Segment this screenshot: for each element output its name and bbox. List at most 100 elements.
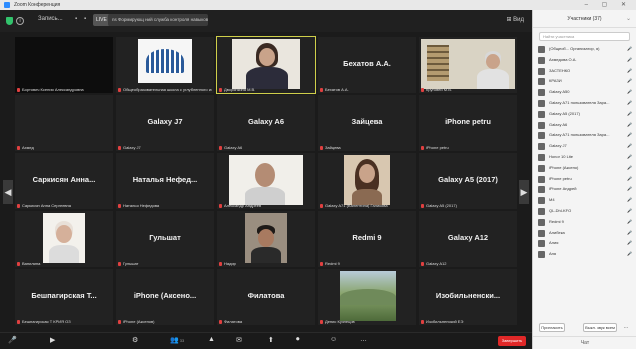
participant-row[interactable]: iPhone (Аксено) 🎤: [533, 163, 636, 174]
participant-name: Galaxy A50: [549, 89, 570, 95]
invite-button[interactable]: Пригласить: [539, 323, 565, 332]
more-button[interactable]: ...: [621, 323, 631, 332]
video-tile[interactable]: iPhone petru iPhone petru: [419, 95, 517, 151]
video-tile[interactable]: Galaxy A5 (2017) Galaxy A5 (2017): [419, 153, 517, 209]
mic-icon[interactable]: 🎤: [8, 336, 17, 344]
participant-row[interactable]: Аня 🎤: [533, 249, 636, 260]
participant-row[interactable]: Honor 10 Lite 🎤: [533, 152, 636, 163]
video-tile[interactable]: Денис Кузнецов: [318, 269, 416, 325]
mic-muted-icon: 🎤: [627, 218, 632, 224]
video-tile[interactable]: Бехатов А.А. Бехатов А.А.: [318, 37, 416, 93]
video-tile[interactable]: Ванилина: [15, 211, 113, 267]
participant-row[interactable]: ЗАСТЕНКО 🎤: [533, 66, 636, 77]
video-tile[interactable]: Круговей М.В.: [419, 37, 517, 93]
chevron-down-icon[interactable]: ⌄: [626, 10, 631, 28]
fullscreen-icon[interactable]: ▪: [84, 16, 86, 22]
video-tile[interactable]: Изобильненски... Изобильненский ЕЭ: [419, 269, 517, 325]
avatar: [538, 229, 545, 237]
video-tile[interactable]: Общеобразовательная школа с углубленного…: [116, 37, 214, 93]
participant-row[interactable]: iPhone petru 🎤: [533, 174, 636, 185]
participant-row[interactable]: КРАЗИ 🎤: [533, 76, 636, 87]
avatar: [538, 251, 545, 259]
participant-row[interactable]: iPhone Андрей 🎤: [533, 184, 636, 195]
mute-all-button[interactable]: Выкл. звук всем: [583, 323, 617, 332]
participants-icon[interactable]: 👥33: [170, 336, 184, 344]
mic-muted-icon: [421, 319, 424, 324]
tile-display-name: Саркисян Анна...: [32, 175, 96, 184]
mic-muted-icon: 🎤: [627, 67, 632, 73]
next-page-arrow-icon[interactable]: ▶: [519, 180, 529, 204]
reactions-icon[interactable]: ☺: [330, 336, 337, 343]
video-area: i Запись... ▪ ▪ LIVE ns Формирующ ний сл…: [0, 10, 532, 349]
video-tile[interactable]: Дворянкина М.В.: [216, 36, 316, 94]
tile-name-label: Саркисян Анна Сергеевна: [17, 203, 111, 208]
participant-list: (Общеоб... Организатор, я) 🎤 Ахмедова О.А.…: [533, 44, 636, 319]
info-icon[interactable]: i: [16, 17, 24, 25]
video-shape: [427, 45, 449, 81]
participant-row[interactable]: Redmi 9 🎤: [533, 217, 636, 228]
video-tile[interactable]: Galaxy A12 Galaxy A12: [419, 211, 517, 267]
share-screen-icon[interactable]: ⬆: [268, 336, 274, 344]
participant-row[interactable]: Алия 🎤: [533, 238, 636, 249]
video-tile[interactable]: Galaxy J7 Galaxy J7: [116, 95, 214, 151]
participant-row[interactable]: Galaxy J7 🎤: [533, 141, 636, 152]
participant-name: Алия: [549, 240, 559, 246]
video-shape: [258, 229, 274, 247]
tile-name-label: iPhone petru: [421, 145, 515, 150]
meeting-topbar: i Запись... ▪ ▪ LIVE ns Формирующ ний сл…: [0, 10, 532, 32]
record-icon[interactable]: ⏺: [296, 336, 300, 344]
participant-name: (Общеоб... Организатор, я): [549, 46, 600, 51]
prev-page-arrow-icon[interactable]: ◀: [3, 180, 13, 204]
video-tile[interactable]: Бортович Ксения Александровна: [15, 37, 113, 93]
shield-icon[interactable]: [6, 17, 13, 25]
avatar: [538, 78, 545, 86]
video-tile[interactable]: Бешпагирская Т... Бешпагирская Т КРИЯ ОЗ: [15, 269, 113, 325]
video-tile[interactable]: Надир: [217, 211, 315, 267]
participant-row[interactable]: Ахмедова О.А. 🎤: [533, 55, 636, 66]
avatar: [538, 99, 545, 107]
mic-muted-icon: [219, 261, 222, 266]
mic-muted-icon: [421, 203, 424, 208]
grid-icon[interactable]: ▪: [75, 16, 77, 22]
video-tile[interactable]: Александр Андреев: [217, 153, 315, 209]
avatar: [538, 121, 545, 129]
participant-row[interactable]: Galaxy A5 (2017) 🎤: [533, 109, 636, 120]
window-controls[interactable]: ‒ ▢ ✕: [585, 0, 632, 10]
more-icon[interactable]: …: [360, 336, 367, 343]
video-tile[interactable]: Galaxy A71 (Валентина) Галикова: [318, 153, 416, 209]
participant-row[interactable]: (Общеоб... Организатор, я) 🎤: [533, 44, 636, 55]
end-meeting-button[interactable]: Завершить: [498, 336, 526, 346]
participant-row[interactable]: Алибека 🎤: [533, 228, 636, 239]
participant-row[interactable]: Galaxy A71 пользователя Зара... 🎤: [533, 98, 636, 109]
tile-display-name: Galaxy A12: [447, 233, 489, 242]
chat-tab[interactable]: Чат: [533, 336, 636, 349]
video-shape: [359, 164, 375, 183]
tile-display-name: Бехатов А.А.: [343, 59, 391, 68]
participant-row[interactable]: QL-Dhl-KFO 🎤: [533, 206, 636, 217]
view-button[interactable]: ⊞ Вид: [506, 16, 524, 23]
participant-row[interactable]: Galaxy A71 пользователя Зара... 🎤: [533, 130, 636, 141]
security-icon[interactable]: ⚙: [132, 336, 138, 344]
participant-row[interactable]: Galaxy A6 🎤: [533, 120, 636, 131]
participant-row[interactable]: Galaxy A50 🎤: [533, 87, 636, 98]
video-tile[interactable]: Redmi 9 Redmi 9: [318, 211, 416, 267]
video-tile[interactable]: Гульшат Гульшат: [116, 211, 214, 267]
participant-video: [344, 155, 390, 205]
video-tile[interactable]: Филатова Филатова: [217, 269, 315, 325]
video-tile[interactable]: Саркисян Анна... Саркисян Анна Сергеевна: [15, 153, 113, 209]
mic-muted-icon: 🎤: [627, 175, 632, 181]
video-tile[interactable]: Galaxy A6 Galaxy A6: [217, 95, 315, 151]
chat-icon[interactable]: ✉: [236, 336, 242, 344]
tile-display-name: iPhone petru: [445, 117, 491, 126]
polls-icon[interactable]: ▲: [208, 336, 215, 343]
tile-display-name: Наталья Нефед...: [132, 175, 198, 184]
participant-search-input[interactable]: Найти участника: [539, 32, 630, 41]
participant-row[interactable]: M4 🎤: [533, 195, 636, 206]
video-tile[interactable]: Наталья Нефед... Наталья Нефедова: [116, 153, 214, 209]
video-tile[interactable]: Зайцева Зайцева: [318, 95, 416, 151]
video-tile[interactable]: Ахмед: [15, 95, 113, 151]
livestream-title[interactable]: ns Формирующ ний служба контроля навыков: [108, 14, 208, 26]
video-shape: [340, 289, 396, 305]
video-icon[interactable]: ▶: [50, 336, 55, 344]
video-tile[interactable]: iPhone (Аксено... iPhone (Аксенов): [116, 269, 214, 325]
